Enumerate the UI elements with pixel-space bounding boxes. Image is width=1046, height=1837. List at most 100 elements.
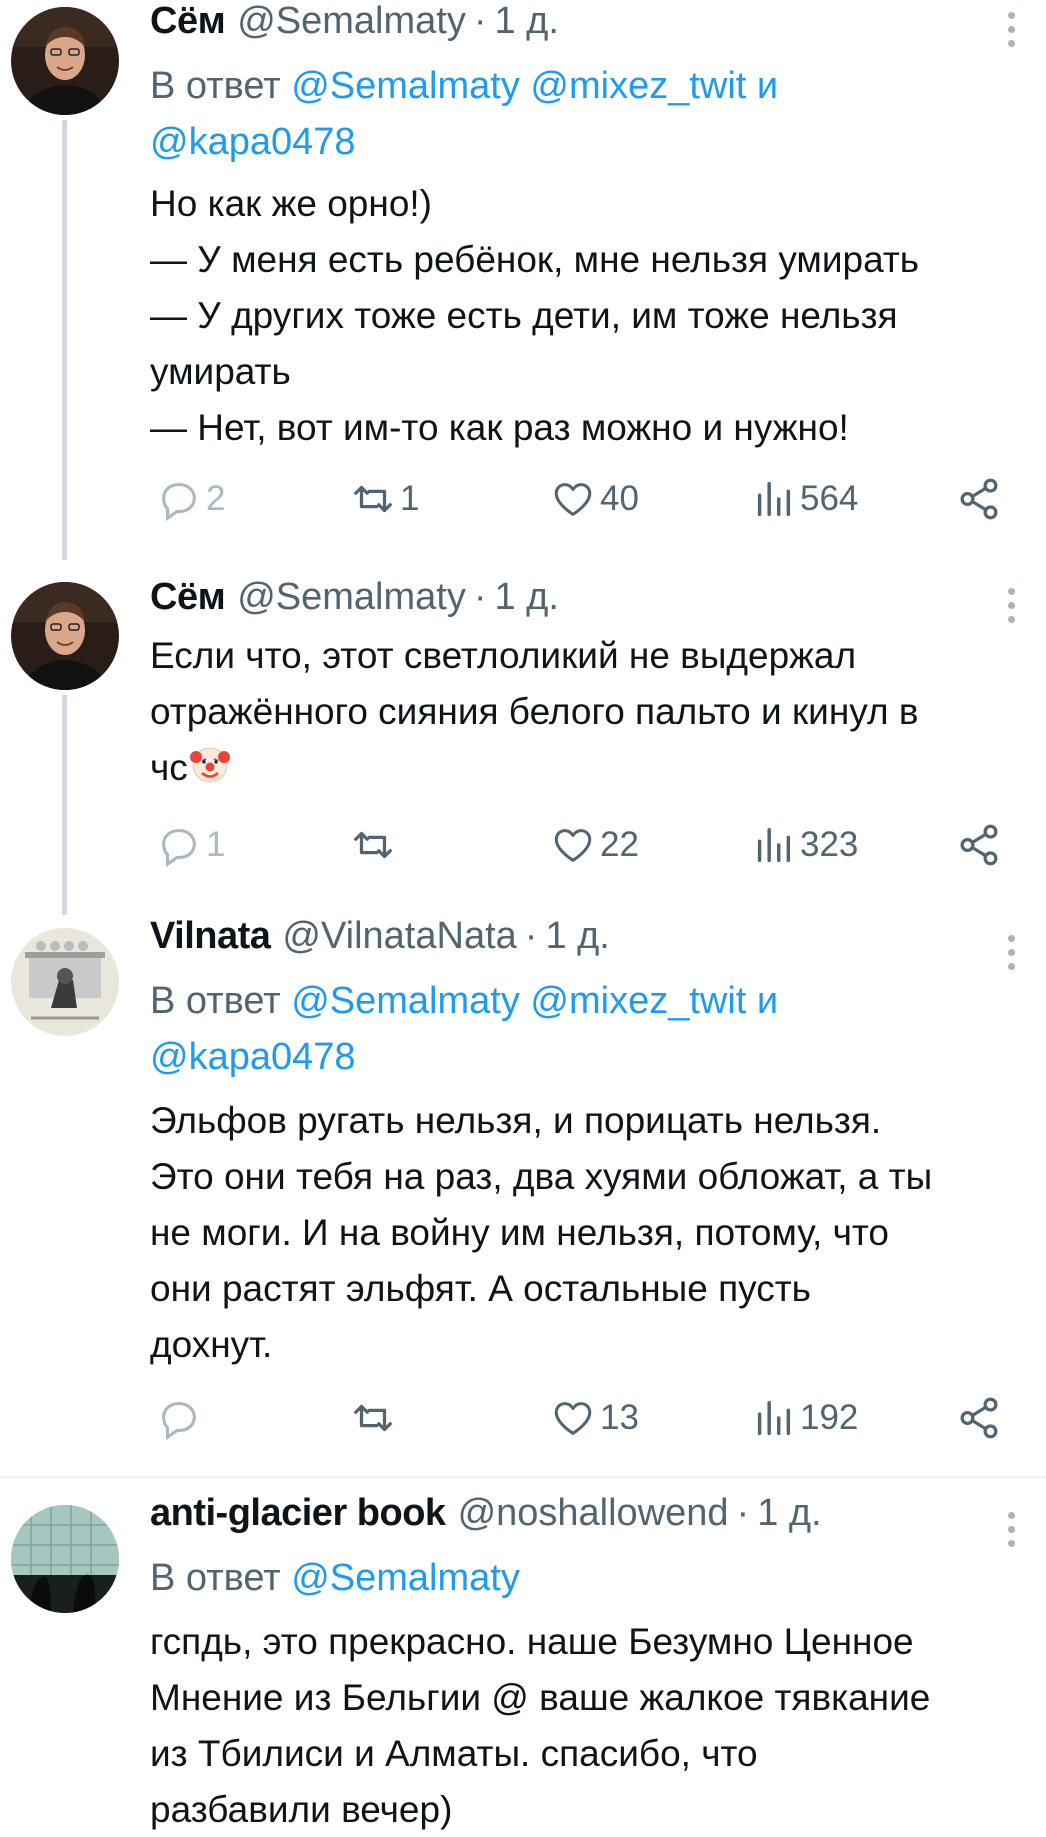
share-icon [960,1397,998,1439]
text-line: — У других тоже есть дети, им тоже нельз… [150,295,898,336]
share-button[interactable] [956,822,1002,868]
drawing-avatar-icon [11,928,119,1036]
like-count: 40 [600,479,639,518]
timestamp[interactable]: 1 д. [757,1492,821,1535]
text-line: Если что, этот светлоликий не выдержал [150,635,857,676]
mention-links[interactable]: @Semalmaty @mixez_twit [291,65,746,107]
heart-icon [554,483,592,516]
views-button[interactable]: 564 [750,476,858,522]
text-line: Эльфов ругать нельзя, и порицать нельзя. [150,1100,882,1141]
like-button[interactable]: 40 [550,476,639,522]
reply-button[interactable]: 1 [156,822,225,868]
author-name[interactable]: anti-glacier book [150,1492,446,1535]
person-avatar-icon [11,7,119,115]
mention-link[interactable]: @kapa0478 [150,114,1016,170]
share-button[interactable] [956,1395,1002,1441]
view-count: 564 [800,479,859,518]
author-handle[interactable]: @VilnataNata [282,915,516,958]
like-button[interactable]: 13 [550,1395,639,1441]
reply-context: В ответ @Semalmaty @mixez_twit и @kapa04… [150,58,1016,170]
tweet[interactable]: anti-glacier book @noshallowend · 1 д. В… [0,1478,1046,1837]
text-line: Мнение из Бельгии @ ваше жалкое тявкание [150,1677,931,1718]
author-handle[interactable]: @noshallowend [458,1492,729,1535]
view-count: 323 [800,825,859,864]
views-button[interactable]: 192 [750,1395,858,1441]
avatar[interactable] [11,1505,119,1613]
more-options-icon[interactable] [1006,12,1016,47]
author-name[interactable]: Сём [150,0,226,43]
reply-prefix: В ответ [150,65,281,107]
tweet-text: Эльфов ругать нельзя, и порицать нельзя.… [150,1093,1016,1373]
reply-icon [162,483,196,522]
author-handle[interactable]: @Semalmaty [237,0,466,43]
action-bar: 13 192 [150,1395,1002,1445]
thread-connector [62,695,67,915]
glacier-avatar-icon [11,1505,119,1613]
separator-dot: · [736,1492,750,1534]
retweet-icon [354,485,392,513]
share-button[interactable] [956,476,1002,522]
share-icon [960,824,998,866]
views-button[interactable]: 323 [750,822,858,868]
tweet-text: Если что, этот светлоликий не выдержал о… [150,628,1016,796]
more-options-icon[interactable] [1006,935,1016,970]
text-line: умирать [150,351,291,392]
reply-button[interactable] [156,1395,206,1441]
text-line: гспдь, это прекрасно. наше Безумно Ценно… [150,1621,914,1662]
timestamp[interactable]: 1 д. [545,915,609,958]
reply-icon [162,829,196,868]
tweet-header: Сём @Semalmaty · 1 д. [150,0,1016,46]
avatar[interactable] [11,7,119,115]
like-button[interactable]: 22 [550,822,639,868]
view-count: 192 [800,1398,859,1437]
separator-dot: · [473,576,487,618]
timestamp[interactable]: 1 д. [494,576,558,619]
tweet-header: Vilnata @VilnataNata · 1 д. [150,915,1016,961]
retweet-icon [354,1404,392,1432]
mention-link[interactable]: @Semalmaty [291,1557,520,1599]
author-name[interactable]: Сём [150,576,226,619]
retweet-button[interactable] [350,1395,400,1441]
reply-count: 2 [206,479,226,518]
text-line: из Тбилиси и Алматы. спасибо, что [150,1733,758,1774]
clown-face-icon [189,747,230,783]
views-chart-icon [757,481,791,517]
tweet[interactable]: Vilnata @VilnataNata · 1 д. В ответ @Sem… [0,915,1046,1470]
text-line: разбавили вечер) [150,1789,453,1830]
reply-prefix: В ответ [150,1557,281,1599]
text-line: — Нет, вот им-то как раз можно и нужно! [150,407,849,448]
text-line: отражённого сияния белого пальто и кинул… [150,691,919,732]
reply-button[interactable]: 2 [156,476,225,522]
tweet[interactable]: Сём @Semalmaty · 1 д. Если что, этот све… [0,500,1046,915]
tweet-text: гспдь, это прекрасно. наше Безумно Ценно… [150,1614,1016,1837]
timestamp[interactable]: 1 д. [494,0,558,43]
share-icon [960,478,998,520]
text-line: дохнут. [150,1324,273,1365]
like-count: 13 [600,1398,639,1437]
author-handle[interactable]: @Semalmaty [237,576,466,619]
mention-links[interactable]: @Semalmaty @mixez_twit [291,980,746,1022]
text-line: — У меня есть ребёнок, мне нельзя умират… [150,239,920,280]
separator-dot: · [524,915,538,957]
avatar[interactable] [11,582,119,690]
heart-icon [554,1402,592,1435]
reply-prefix: В ответ [150,980,281,1022]
text-line: они растят эльфят. А остальные пусть [150,1268,811,1309]
reply-count: 1 [206,825,226,864]
action-bar: 2 1 40 564 [150,476,1002,526]
reply-and: и [756,65,779,107]
mention-link[interactable]: @kapa0478 [150,1029,1016,1085]
views-chart-icon [757,827,791,863]
tweet[interactable]: Сём @Semalmaty · 1 д. В ответ @Semalmaty… [0,0,1046,560]
retweet-button[interactable] [350,822,400,868]
reply-icon [162,1402,196,1441]
retweet-count: 1 [400,479,420,518]
more-options-icon[interactable] [1006,1512,1016,1547]
avatar[interactable] [11,928,119,1036]
retweet-button[interactable]: 1 [350,476,419,522]
separator-dot: · [473,0,487,42]
more-options-icon[interactable] [1006,588,1016,623]
text-line: Но как же орно!) [150,183,432,224]
text-line: чс [150,747,188,788]
author-name[interactable]: Vilnata [150,915,271,958]
